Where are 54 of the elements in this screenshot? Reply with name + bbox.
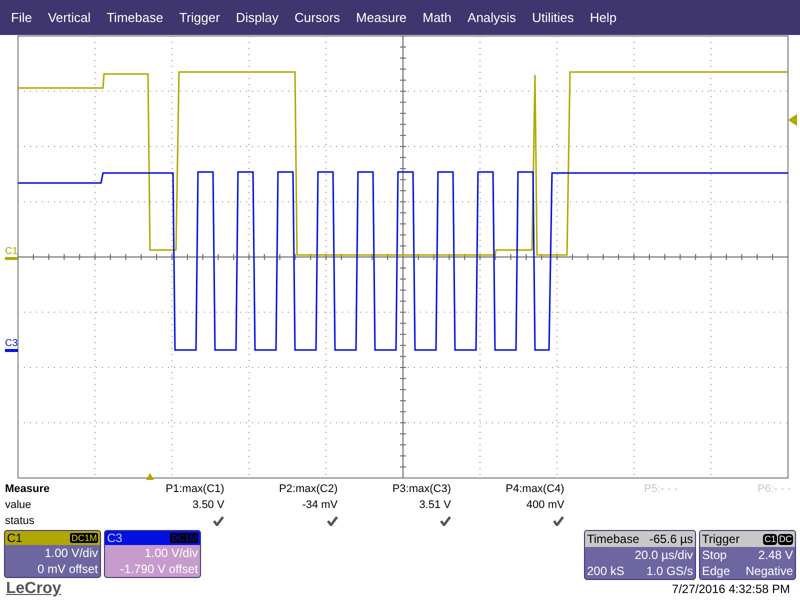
parameter-name[interactable]: P1:max(C1) bbox=[166, 481, 224, 497]
logo: LeCroy bbox=[6, 580, 62, 598]
trigger-title: Trigger bbox=[702, 532, 740, 546]
timebase-title: Timebase bbox=[587, 532, 640, 546]
measure-title: Measure bbox=[5, 482, 51, 497]
menu-item[interactable]: Cursors bbox=[288, 6, 348, 30]
timebase-scale: 20.0 µs/div bbox=[634, 548, 693, 562]
trigger-type: Edge bbox=[702, 564, 730, 578]
parameter-value: 3.50 V bbox=[192, 498, 224, 513]
trace-marker bbox=[5, 349, 18, 352]
parameter-value: -34 mV bbox=[302, 498, 338, 513]
row-label: value bbox=[5, 498, 32, 513]
delay-readout: -65.6 µs bbox=[649, 532, 693, 546]
menu-item[interactable]: File bbox=[4, 6, 39, 30]
menu-item[interactable]: Math bbox=[416, 6, 459, 30]
sample-count: 200 kS bbox=[587, 564, 624, 578]
scale-readout: 1.00 V/div bbox=[44, 545, 99, 561]
source-badge: C1 bbox=[763, 534, 777, 544]
row-label: status bbox=[5, 514, 36, 529]
channel-panel[interactable]: C3 DC1M 1.00 V/div -1.790 V offset bbox=[104, 530, 201, 578]
menu-item[interactable]: Vertical bbox=[40, 6, 98, 30]
trigger-level: 2.48 V bbox=[758, 548, 793, 562]
offset-readout: 0 mV offset bbox=[36, 561, 99, 577]
menu-item[interactable]: Utilities bbox=[524, 6, 581, 30]
trigger-mode: Stop bbox=[702, 548, 727, 562]
coupling-badge: DC bbox=[778, 534, 793, 544]
parameter-name[interactable]: P3:max(C3) bbox=[392, 481, 451, 497]
scale-readout: 1.00 V/div bbox=[144, 545, 199, 561]
menu-item[interactable]: Timebase bbox=[100, 6, 170, 30]
parameter-value: 400 mV bbox=[526, 498, 564, 513]
menu-item[interactable]: Help bbox=[582, 6, 624, 30]
menu-item[interactable]: Analysis bbox=[460, 6, 523, 30]
trigger-level-marker bbox=[788, 114, 797, 126]
parameter-name[interactable]: P4:max(C4) bbox=[506, 481, 564, 497]
parameter-name[interactable]: P2:max(C2) bbox=[278, 481, 338, 497]
trigger-position-marker bbox=[146, 473, 154, 480]
trace-label: C3 bbox=[5, 338, 18, 349]
parameter-value: 3.51 V bbox=[419, 498, 451, 513]
channel-panel[interactable]: C1 DC1M 1.00 V/div 0 mV offset bbox=[4, 530, 101, 578]
trace-marker bbox=[5, 257, 18, 260]
menu-item[interactable]: Trigger bbox=[172, 6, 227, 30]
channel-label: C3 bbox=[107, 531, 122, 545]
trigger-panel[interactable]: Trigger C1 DC Stop 2.48 V Edge Negative bbox=[699, 530, 796, 580]
timebase-panel[interactable]: Timebase -65.6 µs 20.0 µs/div 200 kS 1.0 GS/s bbox=[584, 530, 696, 580]
menu-item[interactable]: Display bbox=[228, 6, 286, 30]
offset-readout: -1.790 V offset bbox=[119, 561, 199, 577]
channel-label: C1 bbox=[7, 531, 22, 545]
trace-label: C1 bbox=[5, 246, 18, 257]
coupling-badge: DC1M bbox=[170, 533, 198, 543]
timestamp: 7/27/2016 4:32:58 PM bbox=[672, 581, 791, 598]
coupling-badge: DC1M bbox=[70, 533, 98, 543]
menu-item[interactable]: Measure bbox=[349, 6, 414, 30]
sample-rate: 1.0 GS/s bbox=[646, 564, 693, 578]
trigger-slope: Negative bbox=[746, 564, 793, 578]
